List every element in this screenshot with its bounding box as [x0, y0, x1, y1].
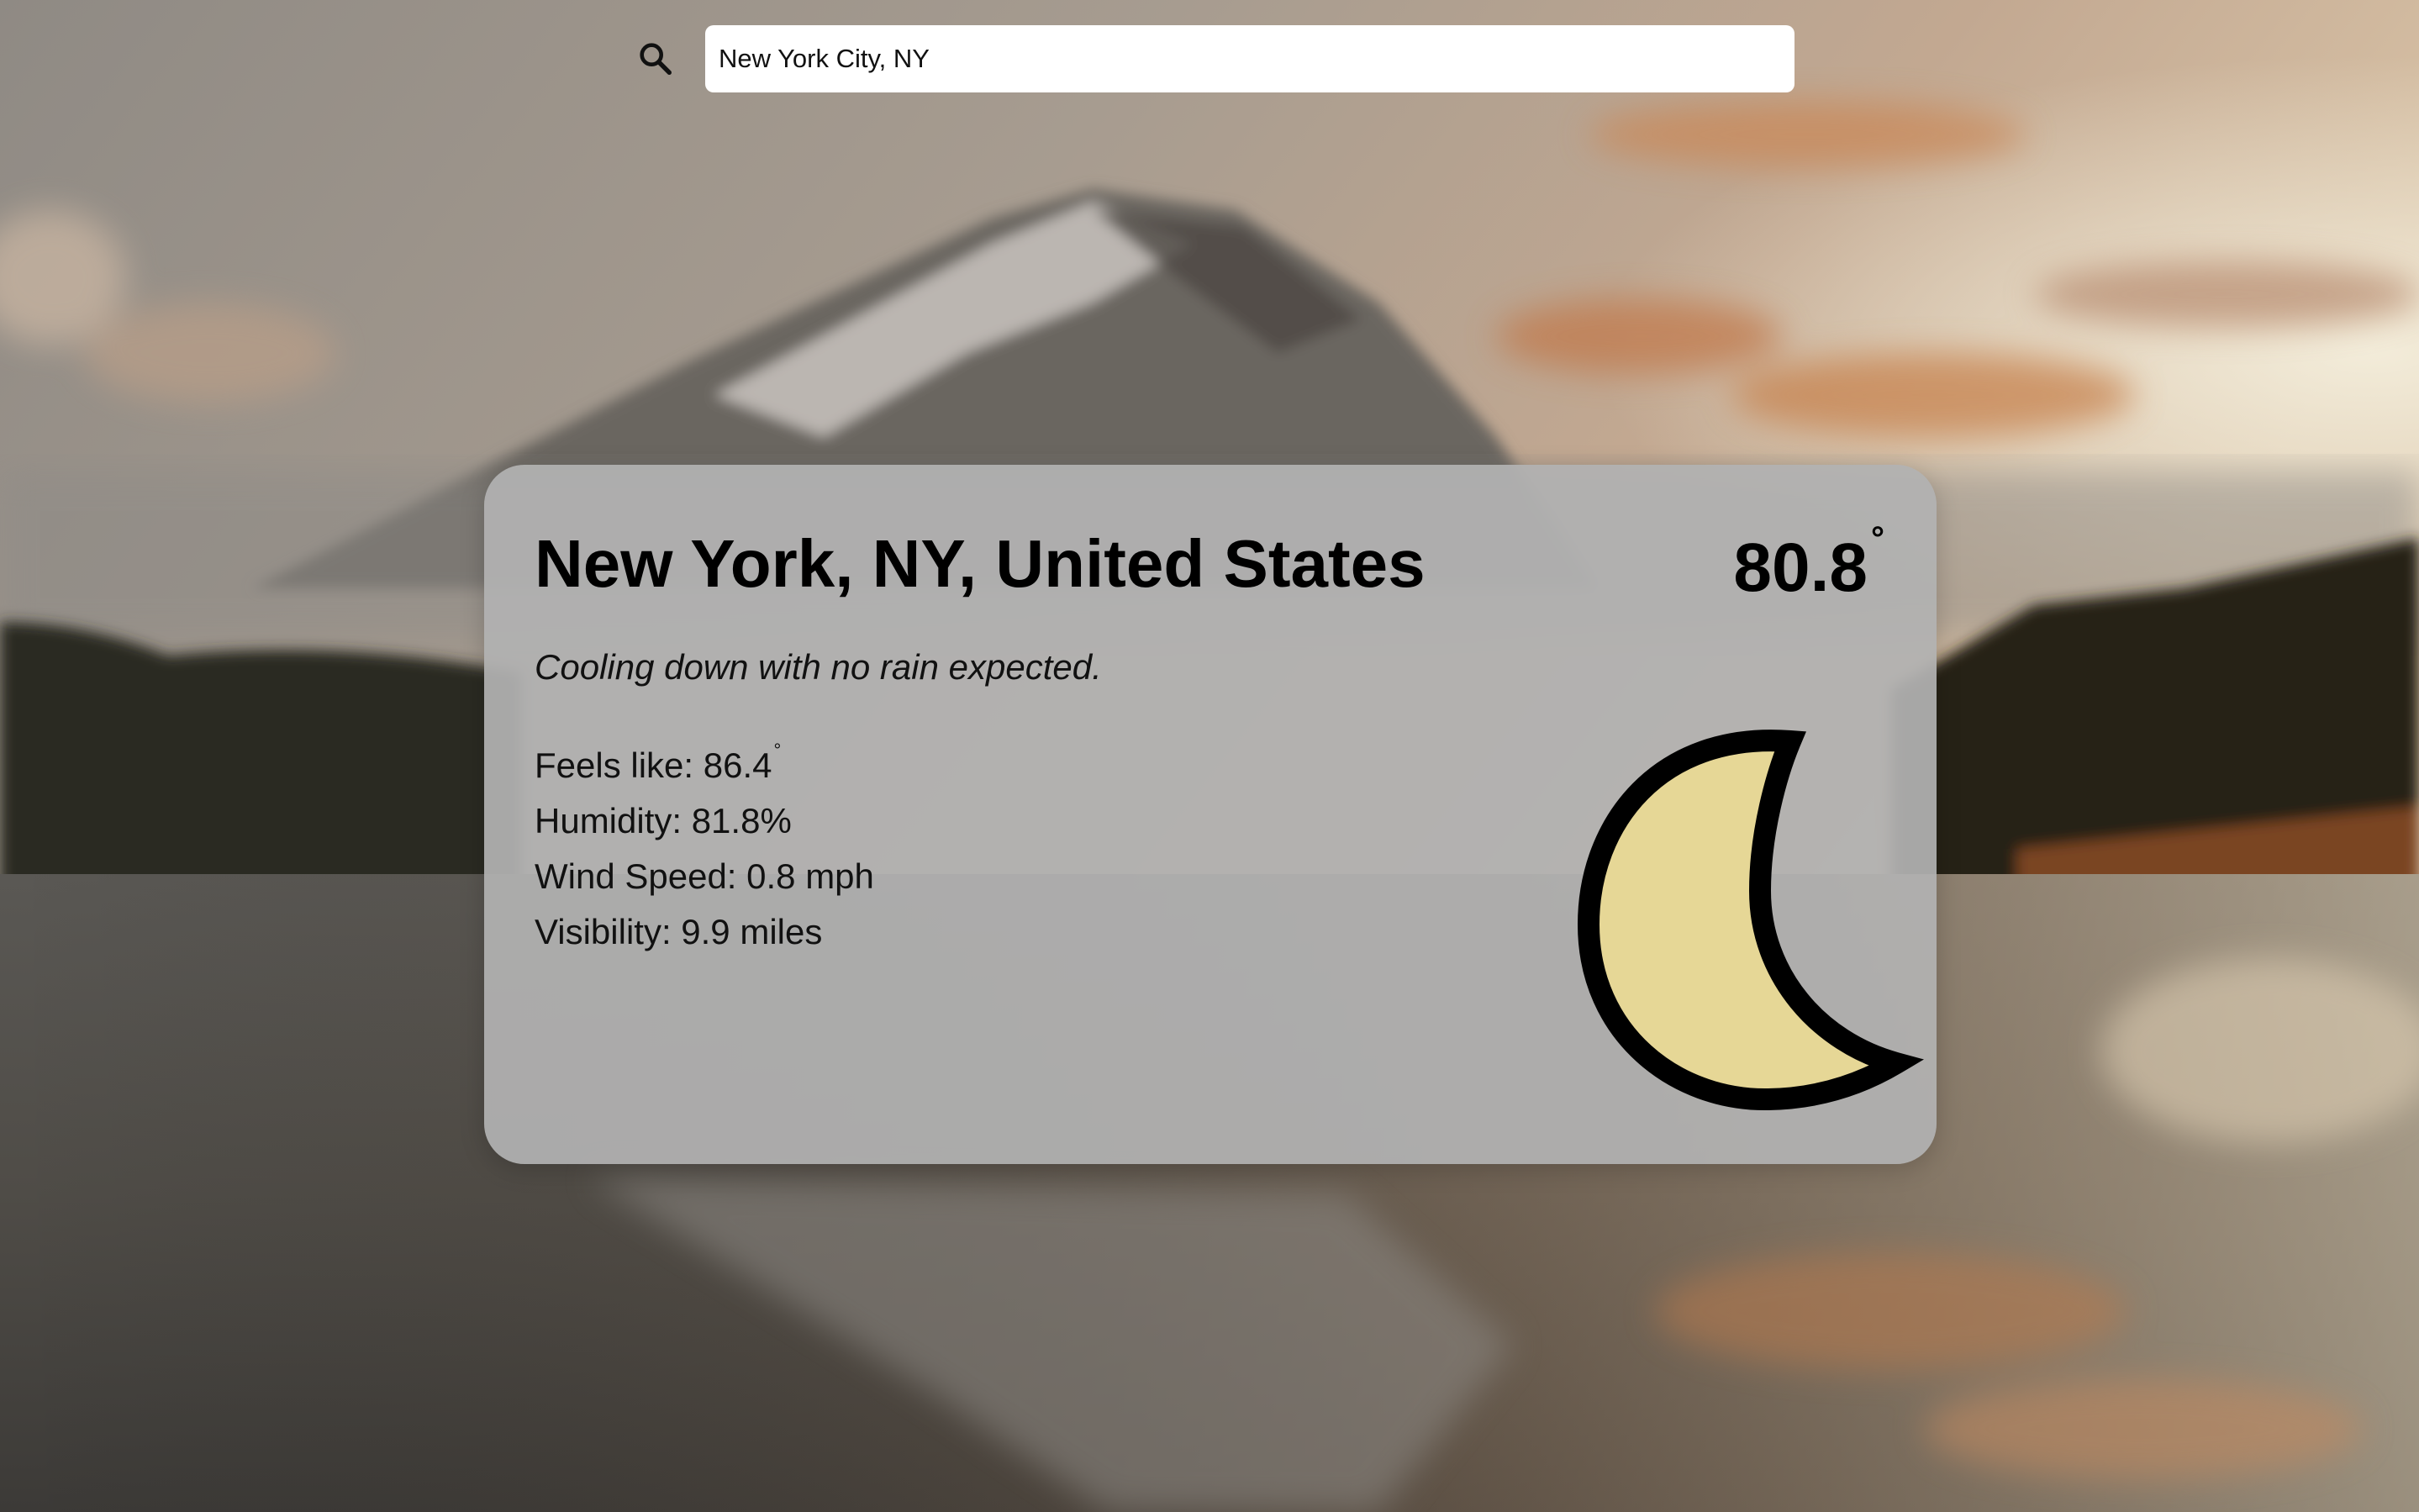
- wind-speed-item: Wind Speed: 0.8 mph: [535, 856, 874, 896]
- temperature-degree-symbol: °: [1871, 520, 1884, 557]
- location-title: New York, NY, United States: [535, 526, 1426, 601]
- feels-like-label: Feels like:: [535, 745, 704, 785]
- temperature-value: 80.8: [1733, 529, 1868, 606]
- search-icon[interactable]: [636, 40, 675, 78]
- feels-like-value: 86.4: [703, 745, 772, 785]
- visibility-item: Visibility: 9.9 miles: [535, 912, 823, 951]
- humidity-item: Humidity: 81.8%: [535, 801, 792, 840]
- weather-card: New York, NY, United States 80.8 ° Coolin…: [484, 465, 1937, 1164]
- current-temperature: 80.8 °: [1733, 522, 1884, 603]
- weather-details-list: Feels like: 86.4° Humidity: 81.8% Wind S…: [535, 738, 874, 960]
- moon-icon: [1567, 723, 1937, 1118]
- feels-like-item: Feels like: 86.4°: [535, 738, 874, 793]
- weather-description: Cooling down with no rain expected.: [535, 647, 1102, 687]
- location-search-input[interactable]: [705, 25, 1794, 92]
- feels-like-degree-symbol: °: [773, 740, 782, 761]
